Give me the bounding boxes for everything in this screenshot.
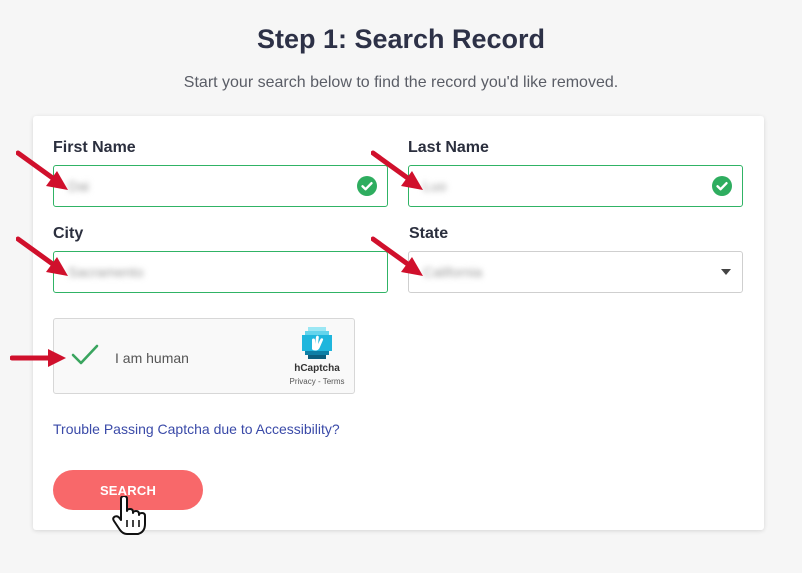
hcaptcha-links[interactable]: Privacy - Terms <box>282 377 352 386</box>
hcaptcha-logo <box>302 327 332 364</box>
annotation-arrow <box>16 150 68 190</box>
city-field[interactable]: Sacramento <box>53 251 388 293</box>
hcaptcha-widget[interactable]: I am human hCaptcha Privacy - Terms <box>53 318 355 394</box>
hcaptcha-brand: hCaptcha <box>294 363 340 374</box>
caret-down-icon <box>721 269 731 275</box>
state-select[interactable]: California <box>408 251 743 293</box>
annotation-arrow <box>16 236 68 276</box>
city-value: Sacramento <box>68 264 144 280</box>
captcha-label: I am human <box>115 350 189 366</box>
annotation-arrow <box>10 349 66 367</box>
last-name-field[interactable]: Luo <box>408 165 743 207</box>
annotation-arrow <box>371 150 423 190</box>
checkmark-icon[interactable] <box>70 343 100 372</box>
first-name-field[interactable]: Dai <box>53 165 388 207</box>
annotation-arrow <box>371 236 423 276</box>
check-circle-icon <box>712 176 732 196</box>
trouble-captcha-link[interactable]: Trouble Passing Captcha due to Accessibi… <box>53 421 340 437</box>
page-title: Step 1: Search Record <box>256 24 546 54</box>
hand-cursor-icon <box>112 496 146 535</box>
state-value: California <box>423 264 483 280</box>
page-subtitle: Start your search below to find the reco… <box>183 74 619 91</box>
